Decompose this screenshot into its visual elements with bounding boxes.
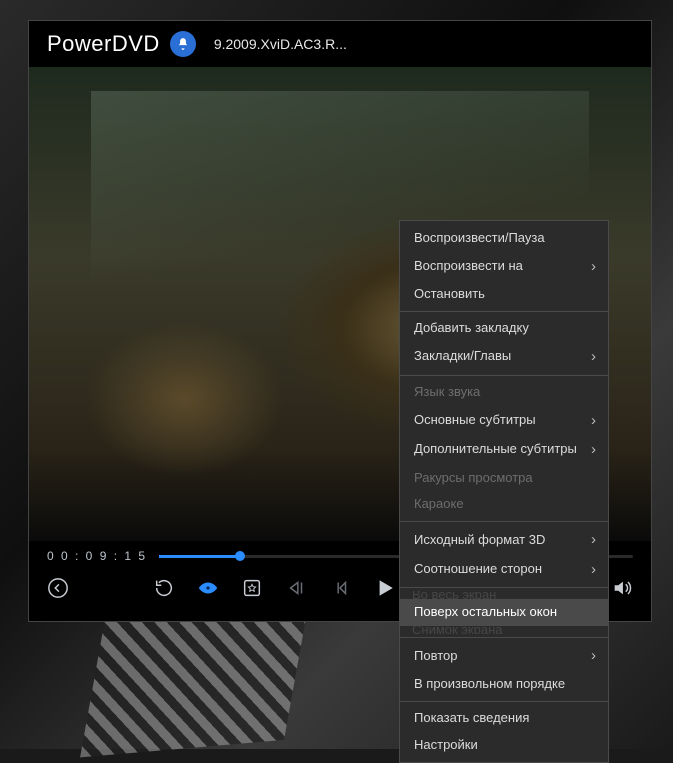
- ctx-item-label: Язык звука: [414, 384, 480, 401]
- progress-knob[interactable]: [235, 551, 245, 561]
- ctx-separator: [400, 637, 608, 638]
- ctx-item-label: Показать сведения: [414, 710, 529, 727]
- ctx-item-label: Добавить закладку: [414, 320, 529, 337]
- ctx-item-label: В произвольном порядке: [414, 676, 565, 693]
- ctx-item: Язык звука: [400, 379, 608, 406]
- ctx-item[interactable]: Закладки/Главы: [400, 342, 608, 372]
- ctx-item[interactable]: Соотношение сторон: [400, 555, 608, 585]
- ctx-separator: [400, 587, 608, 588]
- prev-chapter-icon[interactable]: [285, 577, 307, 599]
- ctx-item[interactable]: Дополнительные субтитры: [400, 435, 608, 465]
- rotate-icon[interactable]: [153, 577, 175, 599]
- ctx-item-label: Ракурсы просмотра: [414, 470, 533, 487]
- context-menu: Воспроизвести/Пауза Воспроизвести на Остан…: [399, 220, 609, 763]
- progress-fill: [159, 555, 240, 558]
- ctx-item-label: Исходный формат 3D: [414, 532, 545, 549]
- ctx-item[interactable]: Поверх остальных окон: [400, 599, 608, 626]
- open-file-title: 9.2009.XviD.AC3.R...: [214, 36, 347, 52]
- ctx-item-label: Караоке: [414, 496, 464, 513]
- back-button[interactable]: [47, 577, 69, 599]
- ctx-item-label: Дополнительные субтитры: [414, 441, 577, 458]
- step-back-icon[interactable]: [329, 577, 351, 599]
- ctx-item-label: Соотношение сторон: [414, 561, 542, 578]
- ctx-item[interactable]: Основные субтитры: [400, 406, 608, 436]
- titlebar: PowerDVD 9.2009.XviD.AC3.R...: [29, 21, 651, 67]
- ctx-item[interactable]: Настройки: [400, 732, 608, 759]
- ctx-item-label: Настройки: [414, 737, 478, 754]
- play-pause-button[interactable]: [373, 577, 395, 599]
- ctx-item[interactable]: Снимок экрана: [400, 626, 608, 634]
- ctx-separator: [400, 375, 608, 376]
- ctx-item-label: Остановить: [414, 286, 485, 303]
- ctx-item: Ракурсы просмотра: [400, 465, 608, 492]
- ctx-item-label: Основные субтитры: [414, 412, 536, 429]
- ctx-item-label: Воспроизвести на: [414, 258, 523, 275]
- elapsed-time: 0 0 : 0 9 : 1 5: [47, 549, 147, 563]
- app-name: PowerDVD: [47, 31, 160, 57]
- ctx-separator: [400, 521, 608, 522]
- ctx-item[interactable]: Повтор: [400, 641, 608, 671]
- ctx-item-label: Закладки/Главы: [414, 348, 511, 365]
- bookmark-button[interactable]: [241, 577, 263, 599]
- ctx-item[interactable]: Исходный формат 3D: [400, 525, 608, 555]
- ctx-item[interactable]: Показать сведения: [400, 705, 608, 732]
- ctx-item[interactable]: В произвольном порядке: [400, 671, 608, 698]
- ctx-item-label: Во весь экран: [412, 591, 496, 599]
- ctx-item[interactable]: Добавить закладку: [400, 315, 608, 342]
- ctx-item-label: Повтор: [414, 648, 457, 665]
- ctx-item[interactable]: Остановить: [400, 281, 608, 308]
- ctx-item[interactable]: Воспроизвести/Пауза: [400, 225, 608, 252]
- notification-bell-icon[interactable]: [170, 31, 196, 57]
- ctx-separator: [400, 701, 608, 702]
- ctx-item-label: Поверх остальных окон: [414, 604, 557, 621]
- ctx-item-label: Снимок экрана: [412, 626, 503, 634]
- volume-icon[interactable]: [611, 577, 633, 599]
- ctx-item-label: Воспроизвести/Пауза: [414, 230, 545, 247]
- ctx-separator: [400, 311, 608, 312]
- truetheater-icon[interactable]: [197, 577, 219, 599]
- ctx-item[interactable]: Во весь экран: [400, 591, 608, 599]
- ctx-item[interactable]: Воспроизвести на: [400, 252, 608, 282]
- ctx-item: Караоке: [400, 491, 608, 518]
